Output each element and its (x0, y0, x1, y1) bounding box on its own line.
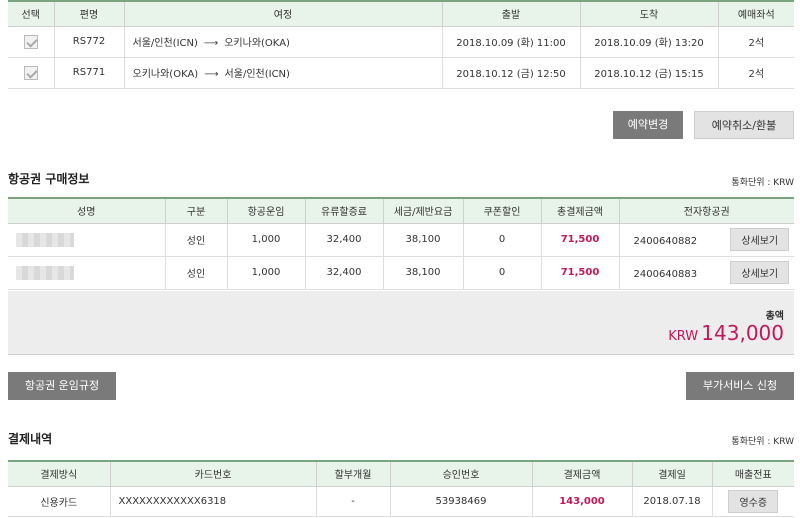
col-coupon: 쿠폰할인 (462, 198, 541, 224)
col-pay-date: 결제일 (631, 461, 712, 487)
table-row: RS771 오키나와(OKA) ⟶ 서울/인천(ICN) 2018.10.12 (금… (8, 57, 794, 89)
route: 서울/인천(ICN) ⟶ 오키나와(OKA) (123, 26, 442, 58)
table-row: 성인 1,000 32,400 38,100 0 71,500 24006408… (8, 256, 794, 290)
eticket-cell: 2400640883 상세보기 (618, 256, 794, 290)
eticket-cell: 2400640882 상세보기 (618, 223, 794, 257)
ticket-table: 성명 구분 항공운임 유류할증료 세금/제반요금 쿠폰할인 총결제금액 전자항공… (8, 197, 794, 290)
total-payment: 71,500 (540, 223, 619, 257)
flight-header-row: 선택 편명 여정 출발 도착 예매좌석 (8, 1, 794, 27)
col-eticket: 전자항공권 (618, 198, 794, 224)
route-from: 오키나와(OKA) (132, 69, 199, 80)
extra-service-button[interactable]: 부가서비스 신청 (686, 372, 794, 400)
pay-date: 2018.07.18 (631, 486, 712, 517)
passenger-type: 성인 (164, 223, 227, 257)
departure: 2018.10.12 (금) 12:50 (441, 57, 580, 89)
route-from: 서울/인천(ICN) (132, 38, 198, 49)
col-seats: 예매좌석 (717, 1, 794, 27)
receipt-button[interactable]: 영수증 (728, 489, 779, 513)
col-installment: 할부개월 (315, 461, 390, 487)
col-type: 구분 (164, 198, 227, 224)
route-to: 서울/인천(ICN) (224, 69, 290, 80)
cancel-refund-button[interactable]: 예약취소/환불 (694, 111, 794, 139)
flight-no: RS772 (53, 26, 124, 58)
pay-amount: 143,000 (531, 486, 632, 517)
fuel-surcharge: 32,400 (304, 223, 383, 257)
tax: 38,100 (382, 256, 463, 290)
fare-rules-button[interactable]: 항공권 운임규정 (8, 372, 116, 400)
col-itinerary: 여정 (123, 1, 442, 27)
detail-button[interactable]: 상세보기 (730, 228, 790, 251)
total-payment: 71,500 (540, 256, 619, 290)
detail-button[interactable]: 상세보기 (730, 261, 790, 284)
total-label: 총액 (765, 311, 784, 322)
route-to: 오키나와(OKA) (224, 38, 290, 49)
payment-header-row: 결제방식 카드번호 할부개월 승인번호 결제금액 결제일 매출전표 (8, 461, 794, 487)
fuel-surcharge: 32,400 (304, 256, 383, 290)
seats: 2석 (717, 26, 794, 58)
payment-section-title: 결제내역 (8, 432, 53, 446)
departure: 2018.10.09 (화) 11:00 (441, 26, 580, 58)
eticket-number: 2400640883 (633, 269, 698, 280)
ticket-currency-unit: 통화단위 : KRW (731, 178, 794, 188)
eticket-number: 2400640882 (633, 236, 698, 247)
fare: 1,000 (226, 256, 305, 290)
seats: 2석 (717, 57, 794, 89)
col-select: 선택 (8, 1, 54, 27)
approval-number: 53938469 (389, 486, 532, 517)
arrow-icon: ⟶ (203, 38, 219, 49)
receipt-cell: 영수증 (711, 486, 794, 517)
passenger-name-blurred (16, 232, 74, 247)
fare: 1,000 (226, 223, 305, 257)
col-card-no: 카드번호 (109, 461, 316, 487)
coupon-discount: 0 (462, 223, 541, 257)
col-fare: 항공운임 (226, 198, 305, 224)
col-pay-amount: 결제금액 (531, 461, 632, 487)
flight-no: RS771 (53, 57, 124, 89)
table-row: 성인 1,000 32,400 38,100 0 71,500 24006408… (8, 223, 794, 257)
arrival: 2018.10.12 (금) 15:15 (579, 57, 718, 89)
pay-method: 신용카드 (8, 486, 110, 517)
ticket-header-row: 성명 구분 항공운임 유류할증료 세금/제반요금 쿠폰할인 총결제금액 전자항공… (8, 198, 794, 224)
col-tax: 세금/제반요금 (382, 198, 463, 224)
col-fuel: 유류할증료 (304, 198, 383, 224)
flight-table: 선택 편명 여정 출발 도착 예매좌석 RS772 서울/인천(ICN) ⟶ 오키나… (8, 0, 794, 89)
checkbox[interactable] (23, 65, 38, 80)
col-arrival: 도착 (579, 1, 718, 27)
col-total: 총결제금액 (540, 198, 619, 224)
tax: 38,100 (382, 223, 463, 257)
table-row: 신용카드 XXXXXXXXXXXX6318 - 53938469 143,000… (8, 486, 794, 517)
total-amount: KRW 143,000 (668, 321, 784, 345)
installment: - (315, 486, 390, 517)
col-receipt: 매출전표 (711, 461, 794, 487)
total-value: 143,000 (701, 321, 784, 345)
total-summary: 총액 KRW 143,000 (8, 291, 794, 355)
route: 오키나와(OKA) ⟶ 서울/인천(ICN) (123, 57, 442, 89)
arrow-icon: ⟶ (204, 69, 219, 80)
change-reservation-button[interactable]: 예약변경 (613, 111, 683, 139)
col-flight-no: 편명 (53, 1, 124, 27)
payment-currency-unit: 통화단위 : KRW (731, 437, 794, 447)
card-number: XXXXXXXXXXXX6318 (109, 486, 316, 517)
total-currency: KRW (668, 329, 699, 344)
passenger-name-blurred (16, 265, 74, 280)
col-departure: 출발 (441, 1, 580, 27)
arrival: 2018.10.09 (화) 13:20 (579, 26, 718, 58)
payment-table: 결제방식 카드번호 할부개월 승인번호 결제금액 결제일 매출전표 신용카드 X… (8, 460, 794, 517)
passenger-type: 성인 (164, 256, 227, 290)
col-name: 성명 (8, 198, 165, 224)
col-pay-method: 결제방식 (8, 461, 110, 487)
checkbox[interactable] (23, 34, 38, 49)
coupon-discount: 0 (462, 256, 541, 290)
col-approval: 승인번호 (389, 461, 532, 487)
table-row: RS772 서울/인천(ICN) ⟶ 오키나와(OKA) 2018.10.09 (화… (8, 26, 794, 58)
ticket-section-title: 항공권 구매정보 (8, 172, 90, 186)
